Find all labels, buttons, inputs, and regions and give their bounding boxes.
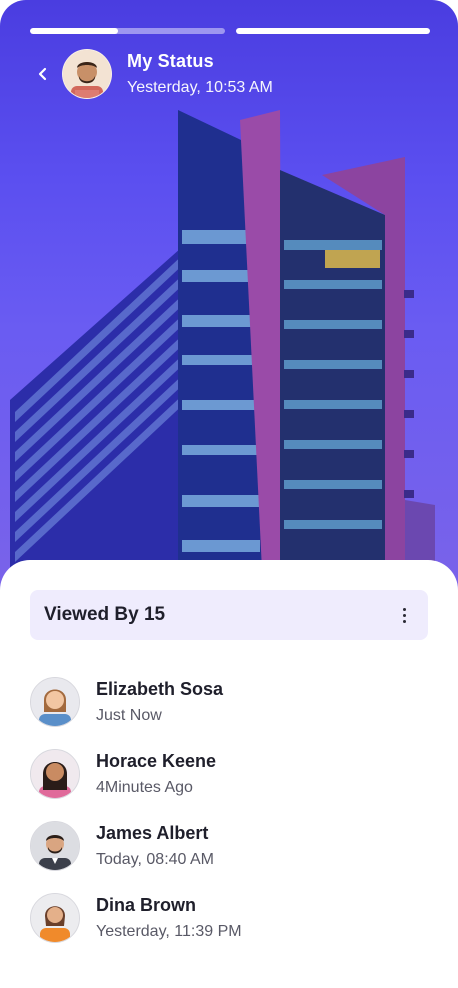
status-image[interactable]: My Status Yesterday, 10:53 AM [0, 0, 458, 600]
viewed-by-label: Viewed By 15 [44, 604, 166, 625]
viewer-time: Today, 08:40 AM [96, 851, 214, 868]
avatar[interactable] [62, 49, 112, 99]
viewer-item[interactable]: Horace Keene 4Minutes Ago [30, 738, 430, 810]
viewer-name: Elizabeth Sosa [96, 679, 224, 699]
avatar [30, 821, 80, 871]
viewers-sheet: Viewed By 15 Elizabeth Sosa Just Now Hor… [0, 560, 458, 988]
avatar [30, 893, 80, 943]
viewer-name: Horace Keene [96, 751, 217, 771]
viewer-item[interactable]: Elizabeth Sosa Just Now [30, 666, 430, 738]
man-avatar-icon [31, 822, 79, 870]
progress-fill [235, 28, 430, 34]
viewed-by-header: Viewed By 15 [30, 590, 428, 640]
status-timestamp: Yesterday, 10:53 AM [127, 79, 273, 96]
viewer-name: Dina Brown [96, 895, 197, 915]
progress-segment [30, 28, 225, 34]
status-title-block: My Status Yesterday, 10:53 AM [127, 50, 273, 98]
progress-fill [30, 28, 118, 34]
more-options-button[interactable] [394, 600, 414, 630]
man-avatar-icon [63, 50, 111, 98]
avatar [30, 677, 80, 727]
progress-segment [235, 28, 430, 34]
viewer-time: Just Now [96, 707, 162, 724]
building-photo [10, 110, 435, 570]
status-viewer-screen: My Status Yesterday, 10:53 AM Viewed By … [0, 0, 458, 988]
woman-avatar-icon [31, 750, 79, 798]
woman-avatar-icon [31, 894, 79, 942]
woman-avatar-icon [31, 678, 79, 726]
viewer-name: James Albert [96, 823, 209, 843]
status-progress [30, 28, 430, 34]
viewer-item[interactable]: James Albert Today, 08:40 AM [30, 810, 430, 882]
viewer-item[interactable]: Dina Brown Yesterday, 11:39 PM [30, 882, 430, 954]
status-header: My Status Yesterday, 10:53 AM [34, 48, 438, 100]
more-vertical-icon [402, 607, 406, 611]
avatar [30, 749, 80, 799]
status-title: My Status [127, 51, 214, 71]
viewer-time: 4Minutes Ago [96, 779, 193, 796]
back-button[interactable] [34, 62, 52, 86]
chevron-left-icon [38, 67, 47, 81]
viewer-list: Elizabeth Sosa Just Now Horace Keene 4Mi… [30, 666, 430, 954]
viewer-time: Yesterday, 11:39 PM [96, 923, 242, 940]
